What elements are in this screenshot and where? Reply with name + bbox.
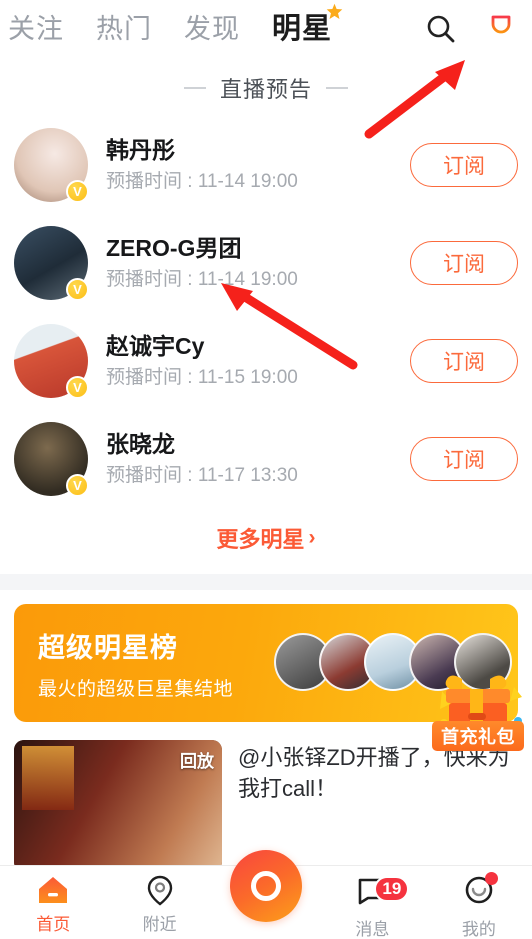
search-icon[interactable] [424, 12, 458, 46]
video-thumbnail[interactable]: 回放 [14, 740, 222, 872]
divider-left [183, 87, 206, 89]
avatar[interactable]: V [14, 324, 89, 399]
nav-item-messages[interactable]: 19 消息 [319, 866, 425, 939]
record-button-circle[interactable] [230, 850, 303, 922]
home-icon [39, 877, 68, 903]
star-info: ZERO-G男团 预播时间 : 11-14 19:00 [88, 234, 410, 293]
verified-badge: V [66, 278, 89, 301]
subscribe-button[interactable]: 订阅 [410, 339, 518, 383]
message-badge: 19 [374, 876, 410, 902]
banner-subtitle: 最火的超级巨星集结地 [38, 678, 234, 700]
replay-badge: 回放 [180, 752, 214, 771]
more-stars-link[interactable]: 更多明星 › [0, 508, 532, 574]
nav-item-profile[interactable]: 我的 [426, 866, 532, 939]
star-name: ZERO-G男团 [106, 234, 242, 261]
star-info: 韩丹彤 预播时间 : 11-14 19:00 [88, 136, 410, 195]
nav-item-nearby[interactable]: 附近 [106, 866, 212, 935]
nav-label: 消息 [355, 920, 390, 939]
avatar[interactable]: V [14, 128, 89, 203]
star-icon [326, 3, 343, 19]
section-separator [0, 574, 532, 590]
section-header-live-preview: 直播预告 [0, 58, 532, 116]
thumbnail-detail [22, 746, 74, 810]
tab-label: 关注 [8, 13, 64, 44]
list-item[interactable]: V ZERO-G男团 预播时间 : 11-14 19:00 订阅 [14, 214, 518, 312]
star-name: 赵诚宇Cy [106, 332, 205, 359]
star-preview-time: 预播时间 : 11-14 19:00 [106, 171, 298, 193]
app-root: 关注 热门 发现 明星 直播预告 V 韩丹彤 预播时间: 11-14 19:0… [0, 0, 532, 939]
divider-right [326, 87, 348, 89]
bottom-navigation: 首页 附近 19 消息 我的 [0, 850, 532, 939]
subscribe-button[interactable]: 订阅 [410, 241, 518, 285]
banner-title: 超级明星榜 [38, 632, 178, 663]
banner-text: 超级明星榜 最火的超级巨星集结地 [14, 626, 233, 701]
verified-badge: V [66, 180, 89, 203]
record-button[interactable] [213, 850, 319, 922]
more-stars-label: 更多明星 [216, 527, 305, 552]
section-title: 直播预告 [219, 77, 312, 102]
category-tabs: 关注 热门 发现 明星 [8, 3, 424, 45]
star-preview-time: 预播时间 : 11-14 19:00 [106, 269, 298, 291]
subscribe-button[interactable]: 订阅 [410, 437, 518, 481]
tab-mingxing[interactable]: 明星 [272, 3, 343, 45]
subscribe-button[interactable]: 订阅 [410, 143, 518, 187]
profile-red-dot [484, 872, 498, 885]
star-info: 赵诚宇Cy 预播时间 : 11-15 19:00 [88, 332, 410, 391]
list-item[interactable]: V 赵诚宇Cy 预播时间 : 11-15 19:00 订阅 [14, 312, 518, 410]
avatar[interactable]: V [14, 226, 89, 301]
star-preview-time: 预播时间 : 11-17 13:30 [106, 465, 298, 487]
avatar[interactable]: V [14, 422, 89, 497]
top-actions [424, 12, 518, 46]
tab-label: 发现 [184, 13, 240, 44]
verified-badge: V [66, 376, 89, 399]
chevron-right-icon: › [308, 526, 316, 549]
location-pin-icon [147, 875, 172, 906]
list-item[interactable]: V 张晓龙 预播时间 : 11-17 13:30 订阅 [14, 410, 518, 508]
star-preview-time: 预播时间 : 11-15 19:00 [106, 367, 298, 389]
tab-remen[interactable]: 热门 [96, 13, 152, 44]
star-info: 张晓龙 预播时间 : 11-17 13:30 [88, 430, 410, 489]
nav-label: 首页 [36, 915, 71, 934]
nav-label: 我的 [461, 920, 496, 939]
tab-guanzhu[interactable]: 关注 [8, 13, 64, 44]
tab-label: 明星 [272, 12, 333, 45]
list-item[interactable]: V 韩丹彤 预播时间 : 11-14 19:00 订阅 [14, 116, 518, 214]
tab-label: 热门 [96, 13, 152, 44]
record-ring-icon [251, 871, 282, 901]
gift-label: 首充礼包 [432, 721, 524, 751]
top-tab-bar: 关注 热门 发现 明星 [0, 0, 532, 58]
verified-badge: V [66, 474, 89, 497]
trophy-icon[interactable] [484, 12, 518, 46]
nav-item-home[interactable]: 首页 [0, 866, 106, 935]
tab-faxian[interactable]: 发现 [184, 13, 240, 44]
nav-label: 附近 [142, 915, 177, 934]
star-name: 韩丹彤 [106, 136, 175, 163]
star-preview-list: V 韩丹彤 预播时间 : 11-14 19:00 订阅 V ZERO-G男团 预… [0, 116, 532, 508]
first-recharge-gift-widget[interactable]: 首充礼包 [432, 661, 524, 751]
star-name: 张晓龙 [106, 430, 175, 457]
